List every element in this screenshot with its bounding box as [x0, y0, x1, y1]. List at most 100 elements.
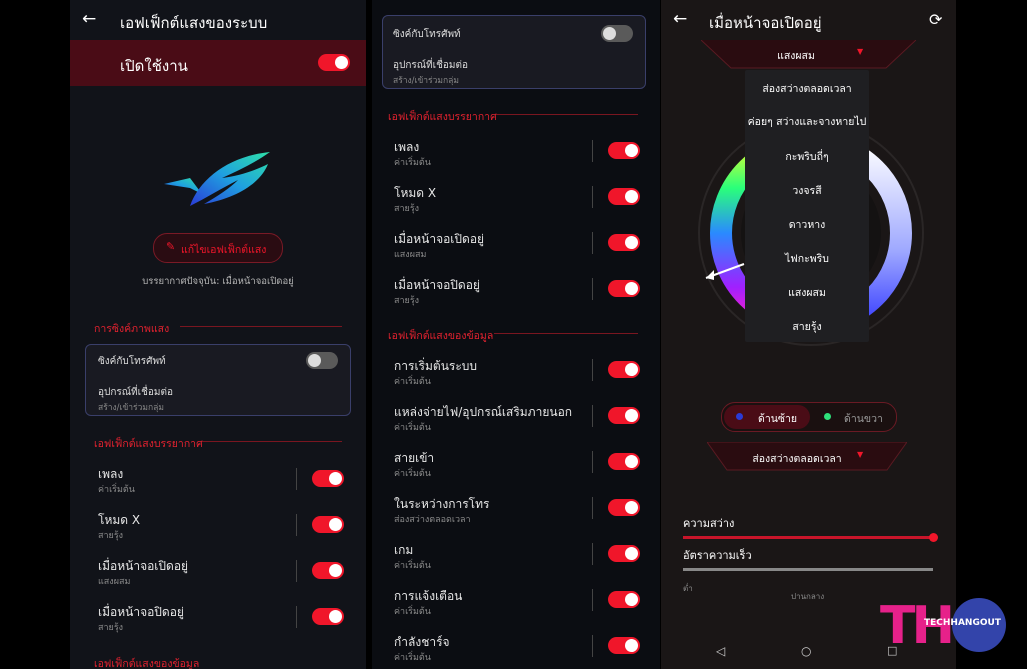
speed-mid-tick-label: ปานกลาง: [791, 592, 825, 601]
boot-toggle[interactable]: [608, 361, 640, 378]
speed-label: อัตราความเร็ว: [683, 549, 752, 562]
rog-logo: [164, 152, 270, 206]
item-subtitle: ค่าเริ่มต้น: [394, 377, 431, 387]
option-mixed-light[interactable]: แสงผสม: [745, 284, 869, 301]
divider: [592, 497, 593, 519]
item-subtitle: สายรุ้ง: [98, 623, 124, 633]
in-call-toggle[interactable]: [608, 499, 640, 516]
divider: [592, 405, 593, 427]
effect-selected-label: แสงผสม: [777, 50, 815, 62]
list-item-x-mode[interactable]: โหมด X สายรุ้ง: [70, 506, 366, 546]
item-subtitle: ส่องสว่างตลอดเวลา: [394, 515, 471, 525]
item-subtitle: แสงผสม: [394, 250, 427, 260]
watermark-text: TECHHANGOUT: [924, 618, 1001, 628]
notification-toggle[interactable]: [608, 591, 640, 608]
divider: [296, 606, 297, 628]
screen-on-toggle[interactable]: [312, 562, 344, 579]
screen-off-toggle[interactable]: [608, 280, 640, 297]
divider: [592, 359, 593, 381]
list-item-power[interactable]: แหล่งจ่ายไฟ/อุปกรณ์เสริมภายนอก ค่าเริ่มต…: [372, 399, 660, 439]
list-item-in-call[interactable]: ในระหว่างการโทร ส่องสว่างตลอดเวลา: [372, 491, 660, 531]
list-item-charging[interactable]: กำลังชาร์จ ค่าเริ่มต้น: [372, 629, 660, 669]
sync-section-header: การซิงค์ภาพแสง: [94, 323, 170, 335]
back-arrow-icon[interactable]: ←: [673, 9, 687, 29]
brightness-fill: [683, 536, 933, 539]
right-color-dot: [824, 413, 831, 420]
option-always-on[interactable]: ส่องสว่างตลอดเวลา: [745, 80, 869, 97]
item-subtitle: ค่าเริ่มต้น: [394, 653, 431, 663]
refresh-icon[interactable]: ⟳: [929, 10, 942, 29]
screen-on-toggle[interactable]: [608, 234, 640, 251]
sync-card: ซิงค์กับโทรศัพท์ อุปกรณ์ที่เชื่อมต่อ สร้…: [382, 15, 646, 89]
option-color-cycle[interactable]: วงจรสี: [745, 182, 869, 199]
list-item-boot[interactable]: การเริ่มต้นระบบ ค่าเริ่มต้น: [372, 353, 660, 393]
connected-devices-label[interactable]: อุปกรณ์ที่เชื่อมต่อ: [98, 385, 173, 400]
screen-on-effect-screen: ← เมื่อหน้าจอเปิดอยู่ ⟳ แสงผสม ▼ ส่องสว่…: [661, 0, 956, 669]
speed-slider[interactable]: [683, 568, 933, 571]
divider: [496, 114, 638, 115]
brightness-label: ความสว่าง: [683, 517, 735, 530]
divider: [592, 140, 593, 162]
side-selector: ด้านซ้าย ด้านขวา: [721, 402, 897, 432]
effect-selector[interactable]: แสงผสม ▼: [721, 40, 896, 68]
back-arrow-icon[interactable]: ←: [82, 9, 96, 29]
item-subtitle: แสงผสม: [98, 577, 131, 587]
left-color-dot: [736, 413, 743, 420]
list-item-music[interactable]: เพลง ค่าเริ่มต้น: [70, 460, 366, 500]
nav-home-icon[interactable]: ○: [801, 644, 811, 658]
option-fast-blink[interactable]: กะพริบถี่ๆ: [745, 148, 869, 165]
item-subtitle: สายรุ้ง: [98, 531, 124, 541]
music-toggle[interactable]: [608, 142, 640, 159]
effect-dropdown-menu: ส่องสว่างตลอดเวลา ค่อยๆ สว่างและจางหายไป…: [745, 70, 869, 342]
list-item-screen-on[interactable]: เมื่อหน้าจอเปิดอยู่ แสงผสม: [372, 226, 660, 266]
sync-card: ซิงค์กับโทรศัพท์ อุปกรณ์ที่เชื่อมต่อ สร้…: [85, 344, 351, 416]
list-item-screen-on[interactable]: เมื่อหน้าจอเปิดอยู่ แสงผสม: [70, 552, 366, 592]
page-title: เอฟเฟ็กต์แสงของระบบ: [120, 14, 268, 32]
nav-back-icon[interactable]: ◁: [716, 644, 725, 658]
charging-toggle[interactable]: [608, 637, 640, 654]
option-comet[interactable]: ดาวหาง: [745, 216, 869, 233]
speed-low-tick-label: ต่ำ: [683, 584, 693, 593]
divider: [202, 441, 342, 442]
ambient-section-header: เอฟเฟ็กต์แสงบรรยากาศ: [388, 111, 497, 123]
item-subtitle: ค่าเริ่มต้น: [98, 485, 135, 495]
list-item-screen-off[interactable]: เมื่อหน้าจอปิดอยู่ สายรุ้ง: [372, 272, 660, 312]
divider: [592, 543, 593, 565]
connected-devices-sub: สร้าง/เข้าร่วมกลุ่ม: [393, 76, 459, 86]
brightness-thumb[interactable]: [929, 533, 938, 542]
connected-devices-sub: สร้าง/เข้าร่วมกลุ่ม: [98, 403, 164, 413]
divider: [592, 635, 593, 657]
option-rainbow[interactable]: สายรุ้ง: [745, 318, 869, 335]
screen-off-toggle[interactable]: [312, 608, 344, 625]
divider: [180, 326, 342, 327]
mode-selector[interactable]: ส่องสว่างตลอดเวลา ▼: [727, 442, 887, 470]
option-flashing[interactable]: ไฟกะพริบ: [745, 250, 869, 267]
enable-toggle[interactable]: [318, 54, 350, 71]
sync-phone-toggle[interactable]: [306, 352, 338, 369]
list-item-music[interactable]: เพลง ค่าเริ่มต้น: [372, 134, 660, 174]
list-item-game[interactable]: เกม ค่าเริ่มต้น: [372, 537, 660, 577]
side-right-button[interactable]: ด้านขวา: [814, 405, 894, 429]
brightness-slider[interactable]: [683, 533, 938, 542]
option-fade[interactable]: ค่อยๆ สว่างและจางหายไป: [745, 113, 869, 130]
info-section-header: เอฟเฟ็กต์แสงของข้อมูล: [388, 330, 494, 342]
x-mode-toggle[interactable]: [312, 516, 344, 533]
techhangout-watermark: TH TECHHANGOUT: [880, 596, 1020, 656]
sync-phone-label: ซิงค์กับโทรศัพท์: [98, 356, 166, 367]
edit-lighting-label: แก้ไขเอฟเฟ็กต์แสง: [181, 244, 267, 256]
game-toggle[interactable]: [608, 545, 640, 562]
power-toggle[interactable]: [608, 407, 640, 424]
side-left-button[interactable]: ด้านซ้าย: [724, 405, 810, 429]
x-mode-toggle[interactable]: [608, 188, 640, 205]
sync-phone-toggle[interactable]: [601, 25, 633, 42]
list-item-incoming-call[interactable]: สายเข้า ค่าเริ่มต้น: [372, 445, 660, 485]
enable-label: เปิดใช้งาน: [120, 57, 188, 75]
incoming-call-toggle[interactable]: [608, 453, 640, 470]
list-item-x-mode[interactable]: โหมด X สายรุ้ง: [372, 180, 660, 220]
list-item-notification[interactable]: การแจ้งเตือน ค่าเริ่มต้น: [372, 583, 660, 623]
connected-devices-label[interactable]: อุปกรณ์ที่เชื่อมต่อ: [393, 58, 468, 73]
divider: [592, 232, 593, 254]
music-toggle[interactable]: [312, 470, 344, 487]
list-item-screen-off[interactable]: เมื่อหน้าจอปิดอยู่ สายรุ้ง: [70, 598, 366, 638]
edit-lighting-button[interactable]: ✎ แก้ไขเอฟเฟ็กต์แสง: [153, 233, 283, 263]
